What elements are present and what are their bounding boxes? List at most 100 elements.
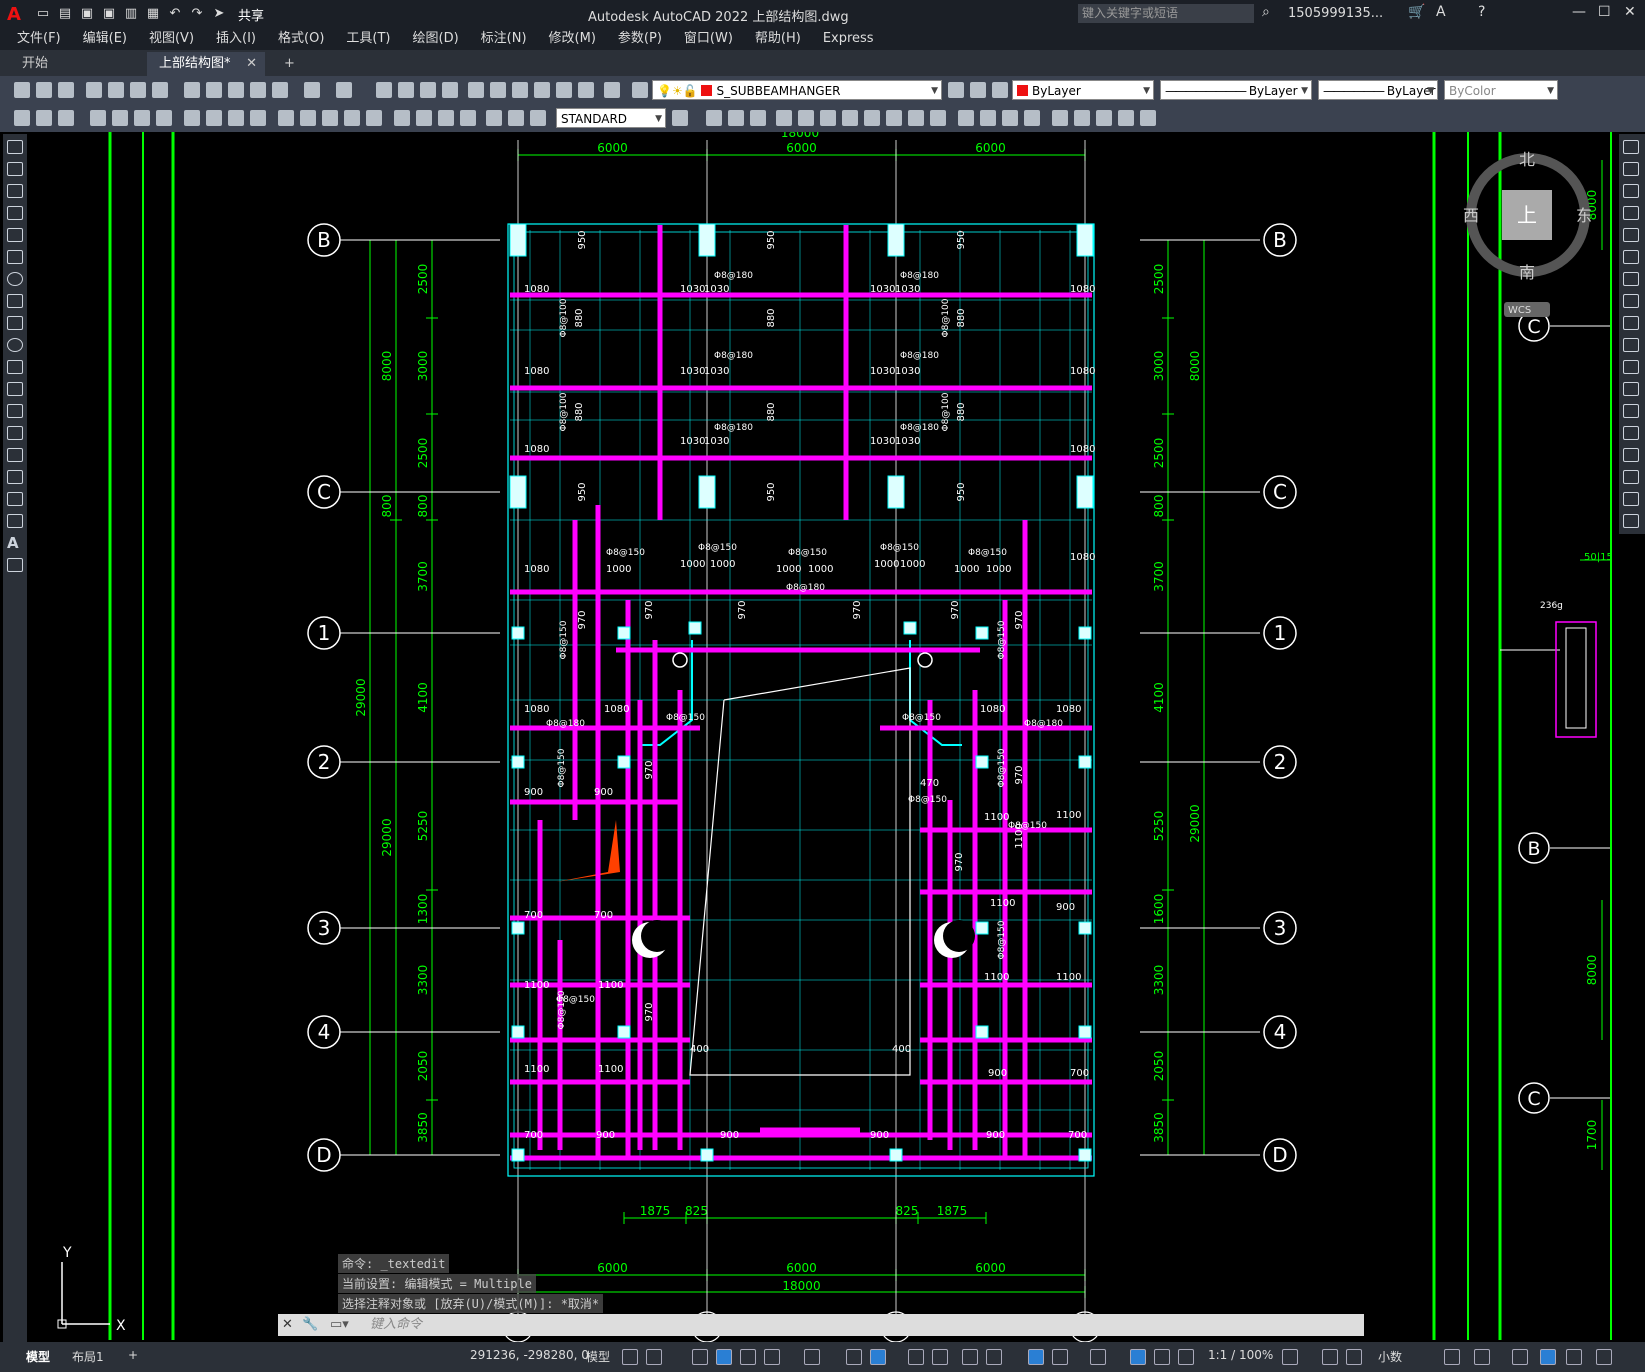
saveas-icon[interactable]: ▣ [100,6,118,22]
slice-icon[interactable] [1096,110,1112,126]
region-icon[interactable] [7,492,23,506]
copy-icon[interactable] [206,82,222,98]
auto-scale-icon[interactable] [1130,1349,1146,1365]
coordinate-readout[interactable]: 291236, -298280, 0 [470,1348,589,1362]
plotstyle-dropdown[interactable]: ByColor ▼ [1444,80,1558,100]
matchprop-icon[interactable] [250,82,266,98]
lineweight-icon[interactable] [870,1349,886,1365]
calculator-icon[interactable] [578,82,594,98]
designcenter-icon[interactable] [490,82,506,98]
add-layout-button[interactable]: + [128,1348,138,1362]
new-tab-button[interactable]: + [276,52,303,76]
add-selected-icon[interactable] [7,558,23,572]
angular-dim-icon[interactable] [250,110,266,126]
copy-faces-icon[interactable] [908,110,924,126]
close-tab-icon[interactable]: ✕ [246,52,257,76]
cut-icon[interactable] [184,82,200,98]
continue-icon[interactable] [322,110,338,126]
command-line[interactable]: ✕ 🔧 ▭▾ 键入命令 [278,1314,1364,1336]
toolpalettes-icon[interactable] [512,82,528,98]
menu-window[interactable]: 窗口(W) [673,28,744,50]
undo-icon[interactable] [304,82,320,98]
infer-icon[interactable] [692,1349,708,1365]
model-space-button[interactable]: 模型 [586,1348,610,1365]
osnap-icon[interactable] [846,1349,862,1365]
hatch-icon[interactable] [7,448,23,462]
dimstyle-icon[interactable] [672,110,688,126]
clean-screen-icon[interactable] [1566,1349,1582,1365]
search-icon[interactable]: ⌕ [1262,4,1270,20]
make-current-icon[interactable] [948,82,964,98]
wcs-button[interactable]: WCS [1508,305,1531,316]
blockedit-icon[interactable] [272,82,288,98]
taper-faces-icon[interactable] [886,110,902,126]
solid-edit-icon[interactable] [1074,110,1090,126]
cart-icon[interactable]: 🛒 [1408,4,1425,20]
scale-icon[interactable] [1623,294,1639,308]
interfere-icon[interactable] [1118,110,1134,126]
drawing-canvas[interactable]: 6000 6000 6000180006000 6000 6000180001875 82… [28,132,1612,1352]
explode-icon[interactable] [1623,514,1639,528]
trim-icon[interactable] [1623,338,1639,352]
menu-tools[interactable]: 工具(T) [335,28,401,50]
dimstyle-dropdown[interactable]: STANDARD ▼ [556,108,666,128]
recent-commands-icon[interactable]: ▭▾ [330,1314,349,1336]
move-faces-icon[interactable] [798,110,814,126]
save-icon[interactable] [58,82,74,98]
jogged-icon[interactable] [206,110,222,126]
radius-dim-icon[interactable] [184,110,200,126]
selection-filter-icon[interactable] [1028,1349,1044,1365]
jogged-linear-icon[interactable] [460,110,476,126]
zoom-previous-icon[interactable] [442,82,458,98]
snap-icon[interactable] [646,1349,662,1365]
linear-dim-icon[interactable] [90,110,106,126]
arc-length-icon[interactable] [134,110,150,126]
mtext-icon[interactable]: A [7,536,23,551]
annotation-monitor-icon[interactable] [1178,1349,1194,1365]
close-button[interactable]: ✕ [1624,4,1636,20]
spline-icon[interactable] [7,316,23,330]
rotate-icon[interactable] [1623,272,1639,286]
menu-parametric[interactable]: 参数(P) [607,28,673,50]
markup-icon[interactable] [556,82,572,98]
ellipse-icon[interactable] [7,338,23,352]
tab-layout1[interactable]: 布局1 [72,1348,104,1365]
layer-properties-icon[interactable] [632,82,648,98]
command-input[interactable]: 键入命令 [370,1314,422,1336]
dynamic-ucs-icon[interactable] [986,1349,1002,1365]
menu-file[interactable]: 文件(F) [6,28,72,50]
new-icon[interactable]: ▭ [34,6,52,22]
make-block-icon[interactable] [7,404,23,418]
diameter-dim-icon[interactable] [228,110,244,126]
erase-icon[interactable] [1623,140,1639,154]
dim-break-icon[interactable] [366,110,382,126]
workspace-gear-icon[interactable] [1282,1349,1298,1365]
sheetset-icon[interactable] [534,82,550,98]
center-mark-icon[interactable] [416,110,432,126]
autocad-logo[interactable]: A [0,2,28,26]
menu-format[interactable]: 格式(O) [267,28,335,50]
properties-icon[interactable] [468,82,484,98]
dim-space-icon[interactable] [344,110,360,126]
separate-icon[interactable] [1002,110,1018,126]
tab-model[interactable]: 模型 [26,1348,50,1365]
polar-icon[interactable] [764,1349,780,1365]
transparency-icon[interactable] [908,1349,924,1365]
gizmo-icon[interactable] [1052,1349,1068,1365]
tolerance-icon[interactable] [394,110,410,126]
mirror-icon[interactable] [1623,184,1639,198]
polygon-icon[interactable] [7,206,23,220]
aligned-dim-icon[interactable] [112,110,128,126]
imprint-icon[interactable] [958,110,974,126]
open-icon[interactable]: ▤ [56,6,74,22]
color-faces-icon[interactable] [930,110,946,126]
app-store-icon[interactable]: A [1436,4,1446,20]
zoom-window-icon[interactable] [420,82,436,98]
customize-icon[interactable]: 🔧 [302,1314,318,1336]
toolbar-icon-1[interactable] [14,110,30,126]
line-icon[interactable] [7,140,23,154]
help-icon[interactable] [604,82,620,98]
chamfer-icon[interactable] [1623,448,1639,462]
color-dropdown[interactable]: ByLayer ▼ [1012,80,1154,100]
lineweight-dropdown[interactable]: —————— ByLayer ▼ [1318,80,1438,100]
